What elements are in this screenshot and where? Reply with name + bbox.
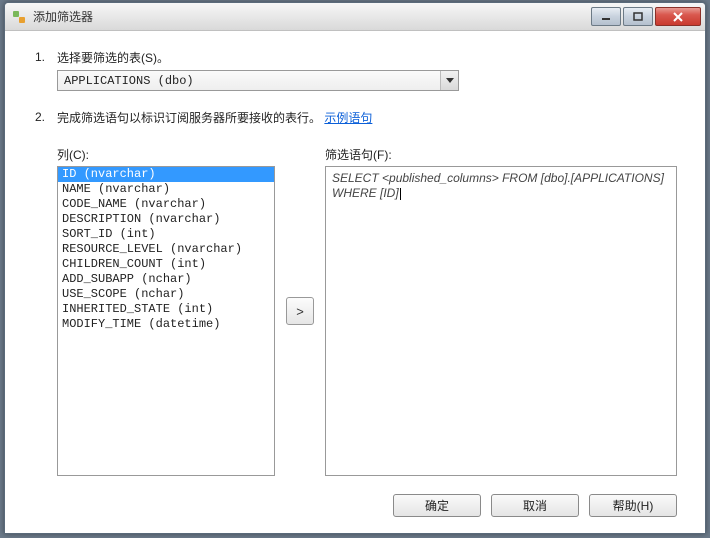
- column-item[interactable]: NAME (nvarchar): [58, 182, 274, 197]
- maximize-button[interactable]: [623, 7, 653, 26]
- step-1-label: 选择要筛选的表(S)。: [57, 49, 677, 66]
- table-combobox[interactable]: APPLICATIONS (dbo): [57, 70, 459, 91]
- maximize-icon: [633, 12, 643, 22]
- cancel-button[interactable]: 取消: [491, 494, 579, 517]
- column-item[interactable]: ID (nvarchar): [58, 167, 274, 182]
- column-item[interactable]: DESCRIPTION (nvarchar): [58, 212, 274, 227]
- dialog-window: 添加筛选器 1. 选择要筛选的表(S)。 APPLICATIONS (db: [4, 2, 706, 534]
- filter-label: 筛选语句(F):: [325, 146, 677, 163]
- add-column-button[interactable]: >: [286, 297, 314, 325]
- step-2-number: 2.: [35, 109, 57, 130]
- window-title: 添加筛选器: [33, 8, 589, 25]
- window-buttons: [589, 7, 701, 26]
- column-item[interactable]: MODIFY_TIME (datetime): [58, 317, 274, 332]
- table-combobox-value: APPLICATIONS (dbo): [58, 74, 440, 88]
- client-area: 1. 选择要筛选的表(S)。 APPLICATIONS (dbo) 2. 完成筛…: [5, 31, 705, 533]
- close-button[interactable]: [655, 7, 701, 26]
- close-icon: [672, 12, 684, 22]
- column-item[interactable]: CODE_NAME (nvarchar): [58, 197, 274, 212]
- step-2: 2. 完成筛选语句以标识订阅服务器所要接收的表行。 示例语句: [35, 109, 677, 130]
- example-link[interactable]: 示例语句: [324, 111, 372, 125]
- minimize-icon: [601, 12, 611, 22]
- column-item[interactable]: ADD_SUBAPP (nchar): [58, 272, 274, 287]
- filter-builder: 列(C): ID (nvarchar)NAME (nvarchar)CODE_N…: [57, 146, 677, 476]
- column-item[interactable]: SORT_ID (int): [58, 227, 274, 242]
- ok-button[interactable]: 确定: [393, 494, 481, 517]
- filter-textarea[interactable]: SELECT <published_columns> FROM [dbo].[A…: [325, 166, 677, 476]
- title-bar[interactable]: 添加筛选器: [5, 3, 705, 31]
- step-2-text: 完成筛选语句以标识订阅服务器所要接收的表行。: [57, 111, 321, 125]
- step-1-number: 1.: [35, 49, 57, 91]
- help-button[interactable]: 帮助(H): [589, 494, 677, 517]
- column-item[interactable]: CHILDREN_COUNT (int): [58, 257, 274, 272]
- columns-label: 列(C):: [57, 146, 275, 163]
- columns-listbox[interactable]: ID (nvarchar)NAME (nvarchar)CODE_NAME (n…: [57, 166, 275, 476]
- column-item[interactable]: USE_SCOPE (nchar): [58, 287, 274, 302]
- step-1: 1. 选择要筛选的表(S)。 APPLICATIONS (dbo): [35, 49, 677, 91]
- step-2-label: 完成筛选语句以标识订阅服务器所要接收的表行。 示例语句: [57, 109, 677, 126]
- chevron-down-icon[interactable]: [440, 71, 458, 90]
- filter-text: SELECT <published_columns> FROM [dbo].[A…: [332, 171, 667, 200]
- column-item[interactable]: RESOURCE_LEVEL (nvarchar): [58, 242, 274, 257]
- dialog-buttons: 确定 取消 帮助(H): [35, 494, 677, 517]
- column-item[interactable]: INHERITED_STATE (int): [58, 302, 274, 317]
- minimize-button[interactable]: [591, 7, 621, 26]
- text-cursor: [400, 188, 401, 200]
- app-icon: [11, 9, 27, 25]
